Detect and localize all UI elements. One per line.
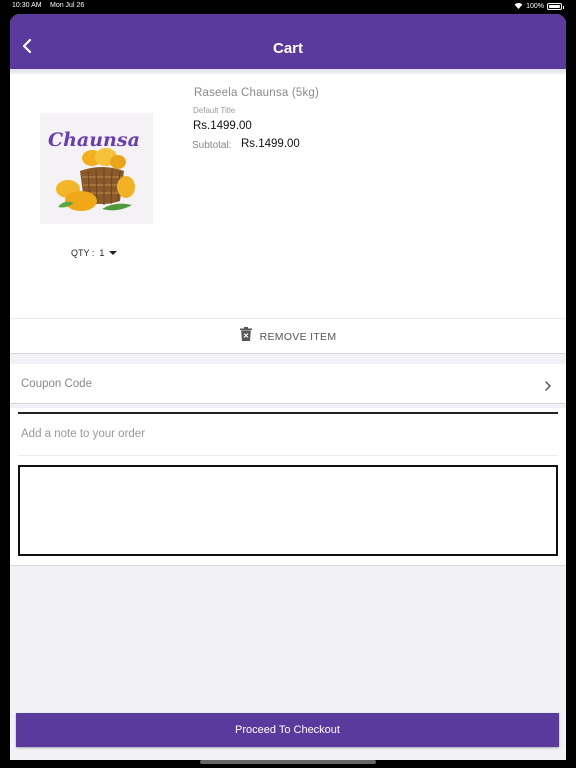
nav-bar: Cart (10, 14, 566, 69)
remove-item-label: REMOVE ITEM (259, 330, 337, 343)
product-image-text: Chaunsa (48, 129, 140, 151)
chevron-right-icon (544, 378, 552, 396)
order-note-textarea[interactable] (18, 465, 558, 556)
battery-icon (547, 3, 564, 10)
status-date: Mon Jul 26 (50, 2, 85, 9)
coupon-code-label: Coupon Code (21, 378, 92, 390)
cart-screen: Cart Chaunsa Raseela Chaunsa (5kg) Defau… (10, 14, 566, 760)
divider (18, 455, 558, 456)
qty-label: QTY : (71, 248, 95, 258)
battery-percent: 100% (526, 3, 544, 10)
remove-item-button[interactable]: REMOVE ITEM (10, 318, 566, 354)
page-title: Cart (272, 40, 303, 57)
cart-item-card: Chaunsa Raseela Chaunsa (5kg) Default Ti… (10, 74, 566, 354)
order-note-card: Add a note to your order (10, 408, 566, 566)
order-note-label: Add a note to your order (21, 428, 146, 440)
product-name[interactable]: Raseela Chaunsa (5kg) (194, 87, 319, 99)
subtotal-value: Rs.1499.00 (241, 138, 300, 150)
status-bar: 10:30 AM Mon Jul 26 100% (0, 0, 576, 14)
qty-value: 1 (99, 248, 105, 258)
home-indicator[interactable] (200, 760, 376, 764)
product-variant: Default Title (193, 106, 236, 115)
trash-icon (239, 327, 252, 346)
quantity-selector[interactable]: QTY : 1 (71, 248, 118, 258)
subtotal-label: Subtotal: (192, 140, 232, 151)
divider (18, 412, 558, 414)
status-time: 10:30 AM (12, 2, 42, 9)
caret-down-icon (109, 251, 118, 255)
proceed-to-checkout-button[interactable]: Proceed To Checkout (16, 713, 559, 747)
coupon-code-row[interactable]: Coupon Code (10, 364, 566, 404)
product-price: Rs.1499.00 (193, 120, 252, 132)
wifi-icon (514, 2, 523, 11)
status-right: 100% (514, 2, 564, 11)
product-image[interactable]: Chaunsa (40, 113, 153, 224)
